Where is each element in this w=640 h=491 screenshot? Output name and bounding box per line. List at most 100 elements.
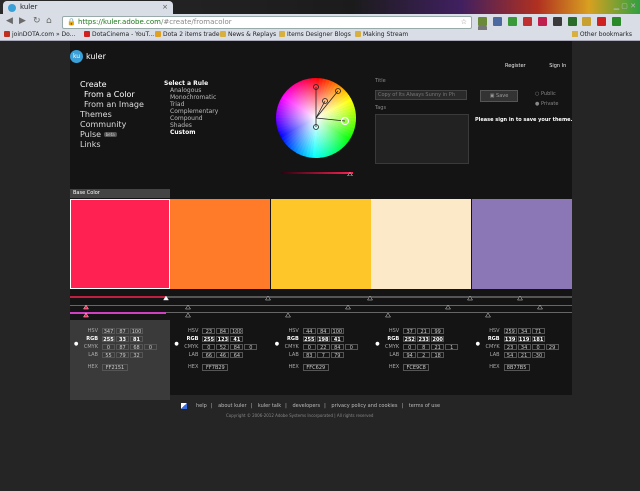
other-bookmarks[interactable]: Other bookmarks: [571, 30, 632, 40]
cmyk-value-field[interactable]: 22: [316, 344, 330, 351]
hsv-value-field[interactable]: 84: [216, 328, 230, 335]
register-link[interactable]: Register: [505, 63, 526, 69]
rgb-value-field[interactable]: 119: [517, 336, 531, 343]
hex-value-field[interactable]: 8B77B5: [503, 364, 530, 371]
home-icon[interactable]: ⌂: [46, 16, 52, 26]
extension-icon[interactable]: [597, 17, 607, 26]
back-arrow-icon[interactable]: ◀: [6, 16, 13, 26]
rgb-value-field[interactable]: 255: [202, 336, 216, 343]
nav-themes[interactable]: Themes: [80, 110, 144, 120]
rgb-value-field[interactable]: 81: [130, 336, 143, 343]
cmyk-value-field[interactable]: 84: [330, 344, 344, 351]
color-swatch[interactable]: [270, 199, 371, 289]
cmyk-value-field[interactable]: 0: [202, 344, 216, 351]
hsv-value-field[interactable]: 99: [431, 328, 445, 335]
hsv-value-field[interactable]: 347: [102, 328, 115, 335]
lab-value-field[interactable]: 64: [230, 352, 244, 359]
extension-icon[interactable]: [478, 17, 487, 26]
color-wheel[interactable]: [275, 77, 357, 159]
cmyk-value-field[interactable]: 29: [545, 344, 559, 351]
hsv-value-field[interactable]: 84: [316, 328, 330, 335]
rule-item[interactable]: Complementary: [164, 108, 218, 115]
lab-value-field[interactable]: 32: [130, 352, 143, 359]
address-bar[interactable]: 🔒 https://kuler.adobe.com/#create/fromac…: [62, 16, 472, 29]
cmyk-value-field[interactable]: 84: [230, 344, 244, 351]
color-swatch[interactable]: [471, 199, 572, 289]
cmyk-value-field[interactable]: 8: [417, 344, 431, 351]
bookmark-item[interactable]: News & Replays: [220, 30, 276, 40]
rgb-value-field[interactable]: 252: [403, 336, 417, 343]
slider-handle[interactable]: [385, 312, 391, 318]
extension-icon[interactable]: [582, 17, 592, 26]
theme-title-input[interactable]: [375, 90, 467, 100]
color-swatch[interactable]: [371, 199, 472, 289]
extension-icon[interactable]: [537, 17, 547, 26]
footer-link[interactable]: help: [196, 403, 207, 409]
extension-icon[interactable]: [522, 17, 532, 26]
hsv-value-field[interactable]: 37: [403, 328, 417, 335]
reload-icon[interactable]: ↻: [33, 16, 41, 26]
hex-value-field[interactable]: FF7B29: [202, 364, 229, 371]
tags-input[interactable]: [375, 114, 469, 164]
nav-from-color[interactable]: From a Color: [80, 90, 144, 100]
nav-links[interactable]: Links: [80, 140, 144, 150]
rgb-value-field[interactable]: 139: [503, 336, 517, 343]
rgb-value-field[interactable]: 41: [330, 336, 344, 343]
bookmark-item[interactable]: DotaCinema - YouT...: [84, 30, 154, 40]
hsv-value-field[interactable]: 44: [302, 328, 316, 335]
extension-icon[interactable]: [567, 17, 577, 26]
nav-community[interactable]: Community: [80, 120, 144, 130]
cmyk-value-field[interactable]: 0: [244, 344, 258, 351]
rgb-value-field[interactable]: 255: [102, 336, 115, 343]
private-option[interactable]: ● Private: [535, 99, 558, 109]
close-tab-icon[interactable]: ×: [162, 1, 168, 14]
hex-value-field[interactable]: FCE9C8: [403, 364, 430, 371]
rule-item[interactable]: Analogous: [164, 87, 218, 94]
rgb-value-field[interactable]: 198: [316, 336, 330, 343]
hsv-value-field[interactable]: 21: [417, 328, 431, 335]
cmyk-value-field[interactable]: 1: [445, 344, 459, 351]
rgb-value-field[interactable]: 255: [302, 336, 316, 343]
forward-arrow-icon[interactable]: ▶: [19, 16, 26, 26]
rgb-value-field[interactable]: 233: [417, 336, 431, 343]
cmyk-value-field[interactable]: 21: [431, 344, 445, 351]
slider-handle[interactable]: [285, 312, 291, 318]
color-sliders[interactable]: [70, 294, 572, 320]
hsv-value-field[interactable]: 34: [517, 328, 531, 335]
public-option[interactable]: ○ Public: [535, 89, 558, 99]
rule-item[interactable]: Shades: [164, 122, 218, 129]
rgb-value-field[interactable]: 41: [230, 336, 244, 343]
window-controls[interactable]: ▁ ▢ ✕: [614, 2, 636, 10]
cmyk-value-field[interactable]: 0: [144, 344, 157, 351]
color-swatch[interactable]: [170, 199, 271, 289]
bookmark-star-icon[interactable]: ☆: [461, 17, 467, 28]
hsv-value-field[interactable]: 23: [202, 328, 216, 335]
cmyk-value-field[interactable]: 52: [216, 344, 230, 351]
rgb-value-field[interactable]: 200: [431, 336, 445, 343]
cmyk-value-field[interactable]: 0: [102, 344, 115, 351]
lab-value-field[interactable]: -30: [531, 352, 545, 359]
nav-pulse[interactable]: Pulse beta: [80, 130, 144, 140]
footer-link[interactable]: about kuler: [218, 403, 246, 409]
lab-value-field[interactable]: 94: [403, 352, 417, 359]
footer-link[interactable]: developers: [292, 403, 320, 409]
hsv-value-field[interactable]: 87: [116, 328, 129, 335]
extension-icon[interactable]: [492, 17, 502, 26]
lab-value-field[interactable]: 18: [431, 352, 445, 359]
save-button[interactable]: ▣ Save: [480, 90, 518, 102]
hsv-value-field[interactable]: 100: [130, 328, 143, 335]
lab-value-field[interactable]: 79: [330, 352, 344, 359]
sign-in-link[interactable]: Sign In: [549, 63, 566, 69]
lab-value-field[interactable]: 54: [503, 352, 517, 359]
hsv-value-field[interactable]: 259: [503, 328, 517, 335]
hsv-value-field[interactable]: 71: [531, 328, 545, 335]
nav-create[interactable]: Create: [80, 80, 144, 90]
footer-link[interactable]: privacy policy and cookies: [331, 403, 397, 409]
cmyk-value-field[interactable]: 34: [517, 344, 531, 351]
color-swatch[interactable]: [70, 199, 170, 289]
rule-item[interactable]: Compound: [164, 115, 218, 122]
cmyk-value-field[interactable]: 0: [531, 344, 545, 351]
cmyk-value-field[interactable]: 68: [130, 344, 143, 351]
slider-track[interactable]: [70, 305, 572, 306]
extension-icon[interactable]: [507, 17, 517, 26]
